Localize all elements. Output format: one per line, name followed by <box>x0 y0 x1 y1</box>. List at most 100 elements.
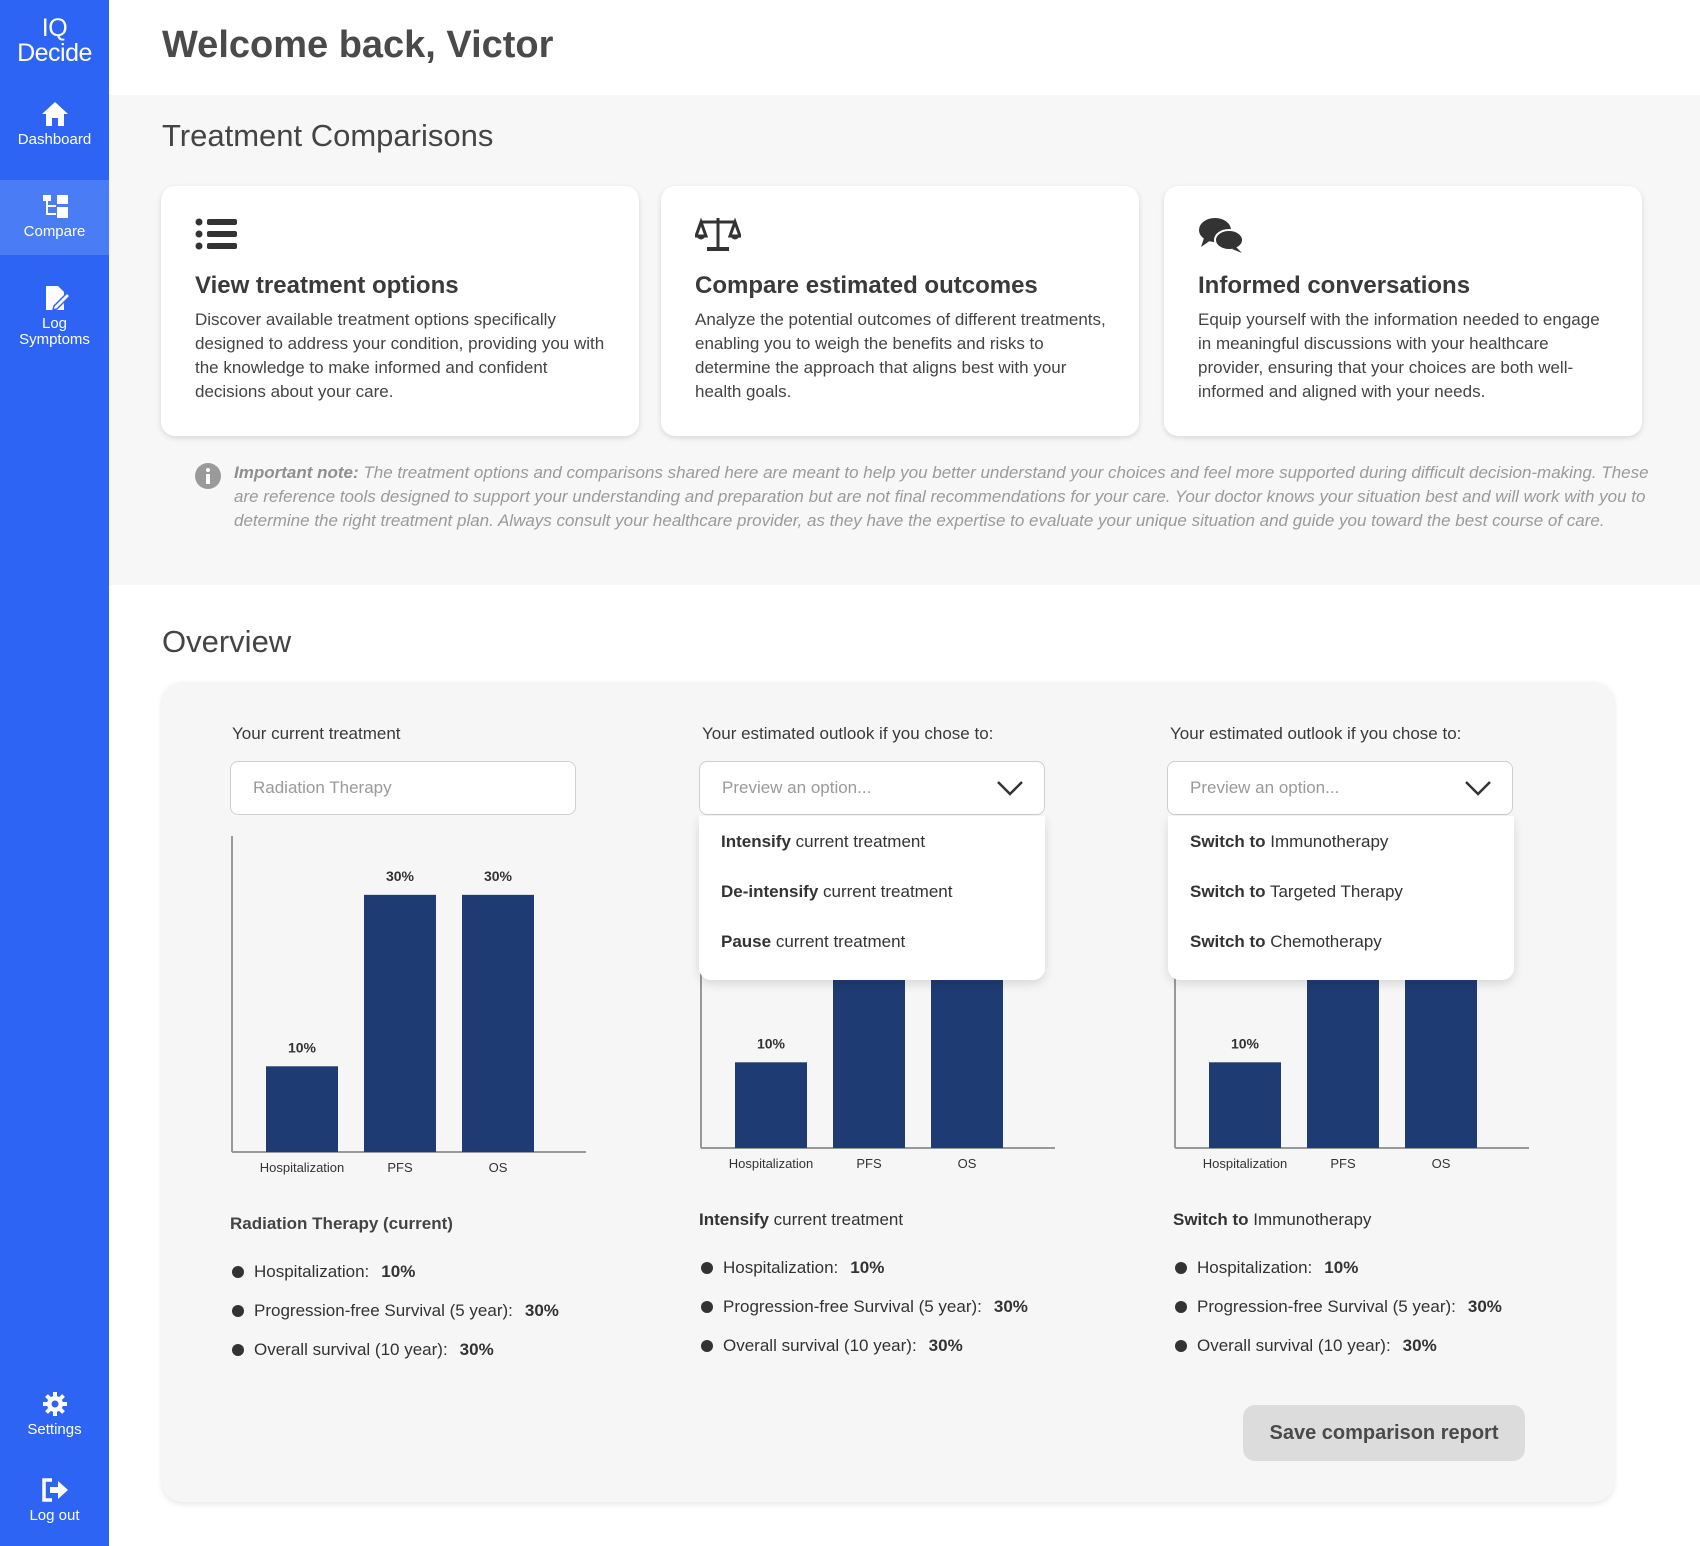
important-note: Important note: The treatment options an… <box>234 461 1664 533</box>
dropdown-option-targeted-therapy[interactable]: Switch to Targeted Therapy <box>1190 882 1403 902</box>
home-icon <box>41 102 68 126</box>
option-bold: Switch to <box>1190 882 1266 901</box>
app-logo[interactable]: IQ Decide <box>0 16 109 66</box>
bullet-icon <box>232 1266 244 1278</box>
dropdown-menu: Intensify current treatment De-intensify… <box>699 816 1045 980</box>
stat-pfs: Progression-free Survival (5 year): 30% <box>1175 1297 1502 1317</box>
stat-value: 10% <box>850 1258 885 1277</box>
stat-value: 30% <box>524 1301 559 1320</box>
page-title: Welcome back, Victor <box>162 24 554 66</box>
column-label: Your current treatment <box>232 724 401 743</box>
logo-line-1: IQ <box>41 14 68 42</box>
bar-hospitalization <box>1209 1062 1281 1148</box>
chart-summary-title: Switch to Immunotherapy <box>1173 1210 1371 1230</box>
stat-value: 10% <box>1324 1258 1359 1277</box>
sidebar-item-dashboard[interactable]: Dashboard <box>0 98 109 182</box>
x-tick-label: PFS <box>856 1156 882 1171</box>
sidebar: IQ Decide Dashboard Compare Log Symptoms… <box>0 0 109 1546</box>
stat-value: 30% <box>459 1340 494 1359</box>
chart-summary-title: Intensify current treatment <box>699 1210 903 1230</box>
option-rest: Immunotherapy <box>1265 832 1389 851</box>
bar-pfs <box>364 894 436 1152</box>
save-comparison-report-button[interactable]: Save comparison report <box>1243 1405 1525 1461</box>
stat-label: Overall survival (10 year): <box>1197 1336 1391 1355</box>
sidebar-item-label: Log <box>41 315 68 332</box>
data-label: 30% <box>386 868 415 884</box>
data-label: 30% <box>484 868 513 884</box>
stat-label: Hospitalization: <box>254 1262 370 1281</box>
stat-label: Overall survival (10 year): <box>723 1336 917 1355</box>
sidebar-item-label: Dashboard <box>17 131 92 148</box>
card-view-treatment-options: View treatment options Discover availabl… <box>161 186 639 436</box>
card-text: Analyze the potential outcomes of differ… <box>695 310 1106 401</box>
sidebar-item-compare[interactable]: Compare <box>0 180 109 255</box>
bar-chart-svg: 10% Hospitalization 30% PFS 30% OS <box>231 836 586 1175</box>
dropdown-option-intensify[interactable]: Intensify current treatment <box>721 832 925 852</box>
summary-bold: Intensify <box>699 1210 769 1229</box>
current-treatment-field: Radiation Therapy <box>230 761 576 815</box>
card-title: Compare estimated outcomes <box>695 272 1038 299</box>
sidebar-item-settings[interactable]: Settings <box>0 1390 109 1446</box>
card-title: Informed conversations <box>1198 272 1471 299</box>
option-bold: Pause <box>721 932 772 951</box>
bar-hospitalization <box>735 1062 807 1148</box>
overview-heading: Overview <box>162 624 292 659</box>
bullet-icon <box>701 1301 713 1313</box>
chart-summary-title: Radiation Therapy (current) <box>230 1214 453 1234</box>
select-placeholder: Preview an option... <box>722 778 872 797</box>
overview-panel: Your current treatment Radiation Therapy… <box>162 682 1614 1502</box>
bullet-icon <box>1175 1262 1187 1274</box>
sidebar-item-logout[interactable]: Log out <box>0 1476 109 1532</box>
x-tick-label: PFS <box>387 1160 413 1175</box>
sidebar-item-label: Log out <box>29 1507 80 1524</box>
select-placeholder: Preview an option... <box>1190 778 1340 797</box>
note-label: Important note: <box>234 463 359 482</box>
stat-value: 30% <box>1402 1336 1437 1355</box>
bullet-icon <box>701 1340 713 1352</box>
summary-rest: Radiation Therapy (current) <box>230 1214 453 1233</box>
sidebar-item-label: Compare <box>23 223 86 240</box>
dropdown-option-pause[interactable]: Pause current treatment <box>721 932 905 952</box>
stat-label: Overall survival (10 year): <box>254 1340 448 1359</box>
column-label: Your estimated outlook if you chose to: <box>1170 724 1462 743</box>
dropdown-menu: Switch to Immunotherapy Switch to Target… <box>1168 816 1514 980</box>
stat-label: Progression-free Survival (5 year): <box>1197 1297 1456 1316</box>
data-label: 10% <box>757 1035 786 1051</box>
option-bold: Switch to <box>1190 832 1266 851</box>
card-compare-outcomes: Compare estimated outcomes Analyze the p… <box>661 186 1139 436</box>
summary-rest: current treatment <box>768 1210 904 1229</box>
bar-os <box>462 894 534 1152</box>
stat-os: Overall survival (10 year): 30% <box>232 1340 494 1360</box>
bullet-icon <box>1175 1301 1187 1313</box>
card-title: View treatment options <box>195 272 459 299</box>
card-text: Discover available treatment options spe… <box>195 310 605 401</box>
summary-bold: Switch to <box>1173 1210 1249 1229</box>
outlook-select-1[interactable]: Preview an option... <box>699 761 1045 815</box>
option-bold: Switch to <box>1190 932 1266 951</box>
dropdown-option-chemotherapy[interactable]: Switch to Chemotherapy <box>1190 932 1382 952</box>
stat-hospitalization: Hospitalization: 10% <box>232 1262 415 1282</box>
stat-hospitalization: Hospitalization: 10% <box>1175 1258 1358 1278</box>
list-icon <box>195 218 237 250</box>
logo-line-2: Decide <box>17 39 92 67</box>
option-rest: current treatment <box>771 932 906 951</box>
option-rest: Targeted Therapy <box>1265 882 1403 901</box>
option-bold: Intensify <box>721 832 791 851</box>
sidebar-item-log-symptoms[interactable]: Log Symptoms <box>0 284 109 354</box>
bullet-icon <box>701 1262 713 1274</box>
x-tick-label: OS <box>489 1160 508 1175</box>
chevron-down-icon <box>1465 781 1491 796</box>
dropdown-option-immunotherapy[interactable]: Switch to Immunotherapy <box>1190 832 1388 852</box>
outlook-select-2[interactable]: Preview an option... <box>1167 761 1513 815</box>
dropdown-option-de-intensify[interactable]: De-intensify current treatment <box>721 882 952 902</box>
compare-icon <box>42 195 68 218</box>
option-rest: current treatment <box>818 882 953 901</box>
bar-hospitalization <box>266 1066 338 1152</box>
scale-icon <box>695 217 741 251</box>
outlook-column-1: Your estimated outlook if you chose to: … <box>699 682 1119 1502</box>
summary-rest: Immunotherapy <box>1248 1210 1372 1229</box>
stat-value: 30% <box>993 1297 1028 1316</box>
x-tick-label: OS <box>958 1156 977 1171</box>
option-rest: Chemotherapy <box>1265 932 1382 951</box>
gear-icon <box>42 1392 67 1416</box>
